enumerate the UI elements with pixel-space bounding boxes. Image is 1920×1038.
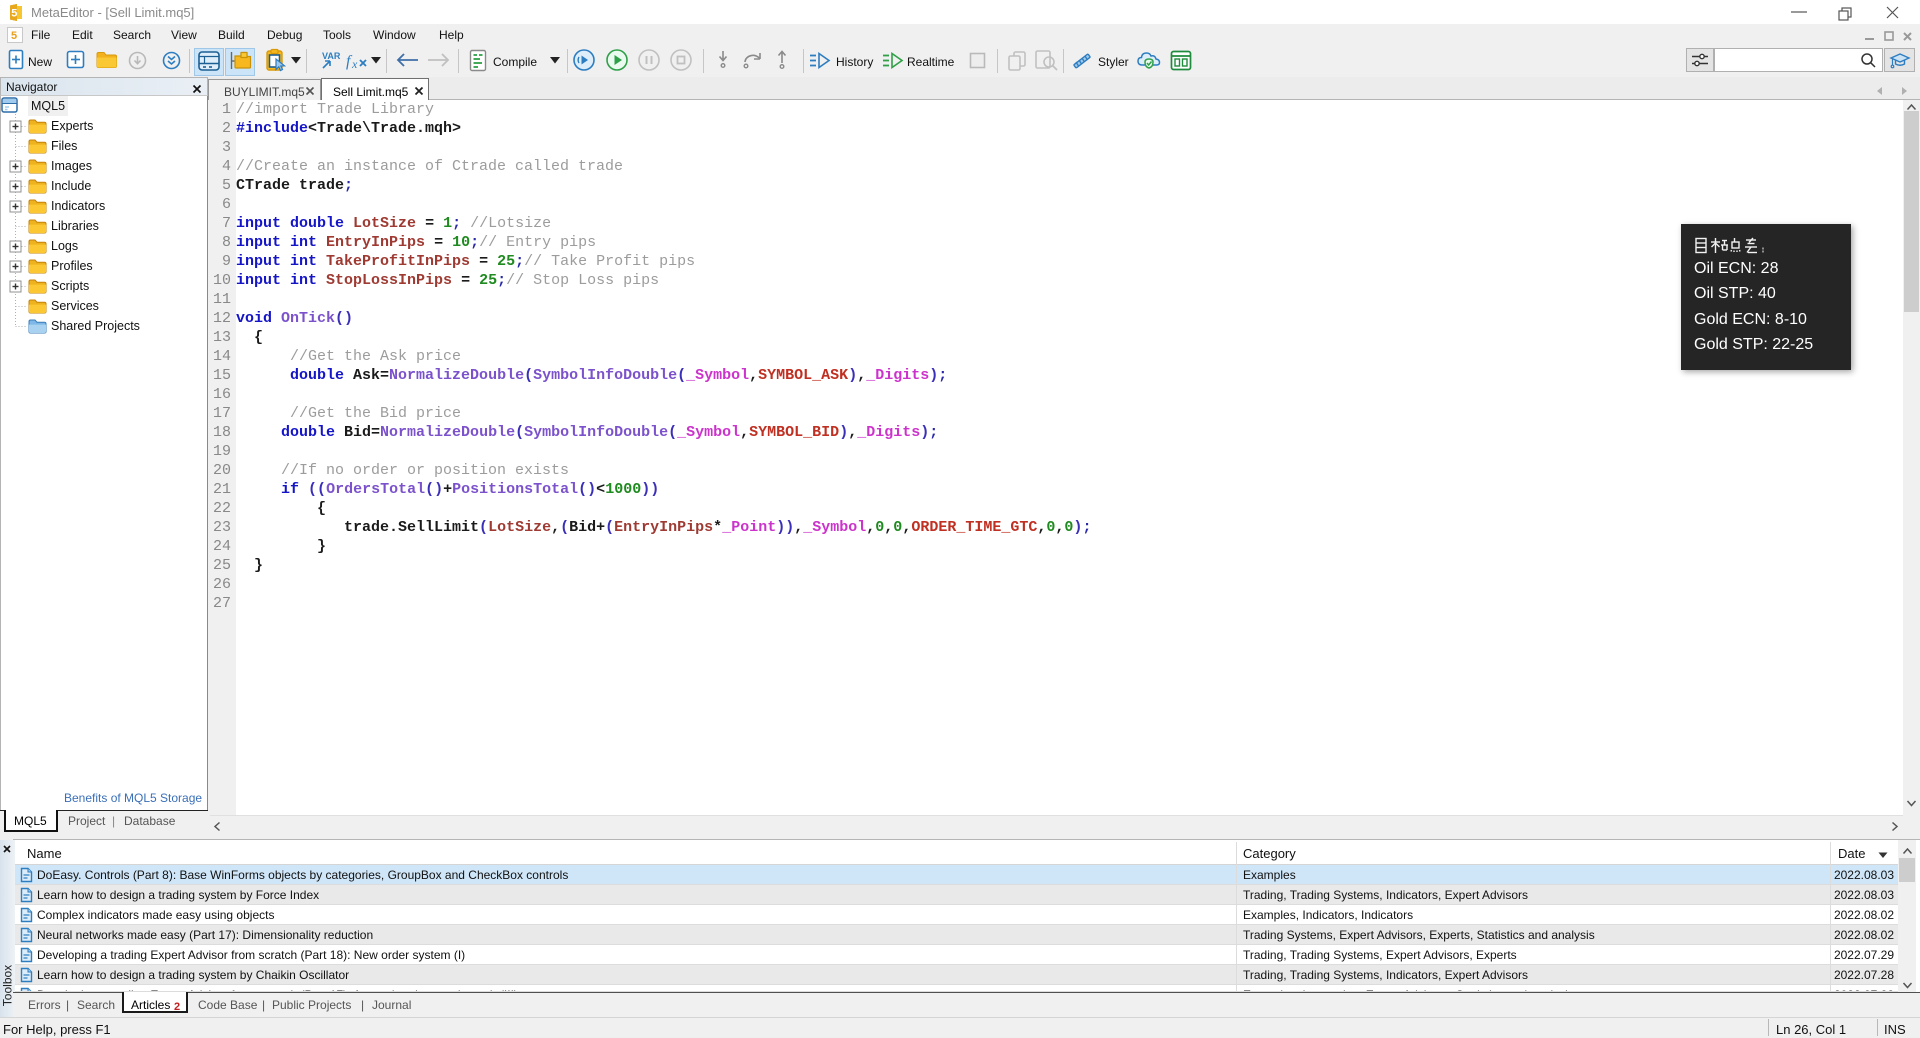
svg-text:x: x	[351, 57, 358, 71]
svg-text:VAR: VAR	[322, 51, 340, 61]
svg-text:5: 5	[11, 8, 17, 20]
svg-text:5: 5	[11, 30, 17, 42]
